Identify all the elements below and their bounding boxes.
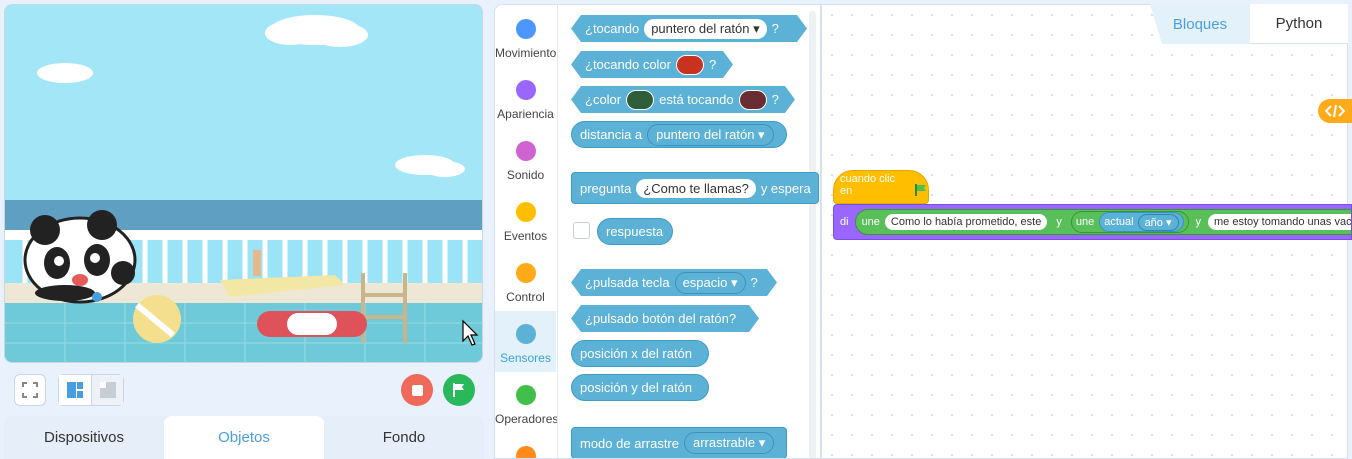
category-dot-icon: [515, 202, 536, 222]
checkbox-respuesta[interactable]: [573, 222, 590, 239]
language-tabs: Bloques Python: [1150, 4, 1348, 44]
text-input[interactable]: Como lo había prometido, este: [884, 214, 1048, 230]
block-pregunta[interactable]: pregunta ¿Como te llamas? y espera: [571, 172, 819, 204]
category-movimiento[interactable]: Movimiento: [495, 19, 556, 69]
block-current[interactable]: actual año ▾: [1099, 212, 1184, 232]
layout-icon: [67, 382, 84, 398]
tab-bloques[interactable]: Bloques: [1150, 4, 1250, 44]
category-dot-icon: [515, 141, 536, 161]
color-swatch[interactable]: [676, 55, 704, 75]
fullscreen-button[interactable]: [14, 374, 46, 406]
text-input[interactable]: me estoy tomando unas vaca: [1208, 214, 1351, 230]
color-swatch[interactable]: [739, 90, 767, 110]
category-dot-icon: [515, 324, 536, 344]
tab-dispositivos[interactable]: Dispositivos: [4, 416, 164, 459]
stop-icon: [411, 384, 423, 396]
dropdown[interactable]: espacio ▾: [675, 272, 746, 294]
green-flag-button[interactable]: [443, 374, 475, 406]
category-eventos[interactable]: Eventos: [495, 202, 556, 252]
stage[interactable]: [4, 4, 483, 363]
layout-large-button[interactable]: [59, 375, 92, 405]
category-next[interactable]: [495, 446, 556, 458]
block-color-tocando[interactable]: ¿color está tocando ?: [571, 86, 795, 113]
layout-toggle[interactable]: [58, 374, 124, 406]
bottom-tabs: Dispositivos Objetos Fondo: [4, 416, 484, 459]
block-modo-arrastre[interactable]: modo de arrastre arrastrable ▾: [571, 427, 787, 458]
tab-python[interactable]: Python: [1250, 4, 1348, 44]
block-posicion-x[interactable]: posición x del ratón: [571, 340, 709, 367]
block-tocando[interactable]: ¿tocando puntero del ratón ▾ ?: [571, 15, 807, 42]
block-pulsada-tecla[interactable]: ¿pulsada tecla espacio ▾ ?: [571, 269, 777, 296]
color-swatch[interactable]: [626, 90, 654, 110]
category-sonido[interactable]: Sonido: [495, 141, 556, 191]
layout-small-button[interactable]: [91, 375, 123, 405]
category-dot-icon: [515, 80, 536, 100]
flag-icon: [453, 383, 464, 397]
block-distancia[interactable]: distancia a puntero del ratón ▾: [571, 121, 787, 148]
category-sensores[interactable]: Sensores: [495, 311, 556, 372]
block-join[interactable]: une actual año ▾: [1070, 211, 1189, 233]
category-dot-icon: [515, 385, 536, 405]
block-tocando-color[interactable]: ¿tocando color ?: [571, 51, 733, 78]
category-operadores[interactable]: Operadores: [495, 385, 558, 435]
flag-icon: [915, 184, 927, 196]
block-say[interactable]: di une Como lo había prometido, este y u…: [833, 204, 1352, 240]
tab-objetos[interactable]: Objetos: [164, 416, 324, 459]
block-posicion-y[interactable]: posición y del ratón: [571, 374, 709, 401]
block-when-flag-clicked[interactable]: cuando clic en: [833, 170, 929, 204]
dropdown[interactable]: año ▾: [1137, 213, 1179, 231]
code-icon: [1325, 104, 1345, 118]
dropdown[interactable]: puntero del ratón ▾: [647, 123, 774, 146]
block-pulsado-boton[interactable]: ¿pulsado botón del ratón?: [571, 305, 759, 332]
category-dot-icon: [515, 446, 536, 458]
block-join[interactable]: une Como lo había prometido, este y une …: [854, 209, 1351, 235]
block-palette: Movimiento Apariencia Sonido Eventos Con…: [494, 4, 821, 459]
category-dot-icon: [515, 263, 536, 283]
text-input[interactable]: ¿Como te llamas?: [636, 178, 756, 198]
stop-button[interactable]: [401, 374, 433, 406]
palette-scrollbar[interactable]: [809, 11, 816, 458]
category-control[interactable]: Control: [495, 263, 556, 313]
layout-small-icon: [99, 382, 116, 398]
stage-scene: [5, 5, 482, 362]
fullscreen-icon: [22, 382, 38, 398]
tab-fondo[interactable]: Fondo: [324, 416, 484, 459]
block-respuesta[interactable]: respuesta: [597, 218, 673, 245]
category-dot-icon: [515, 19, 536, 39]
dropdown[interactable]: puntero del ratón ▾: [644, 19, 766, 39]
category-apariencia[interactable]: Apariencia: [495, 80, 556, 130]
code-view-button[interactable]: [1318, 99, 1352, 123]
dropdown[interactable]: arrastrable ▾: [684, 432, 775, 454]
